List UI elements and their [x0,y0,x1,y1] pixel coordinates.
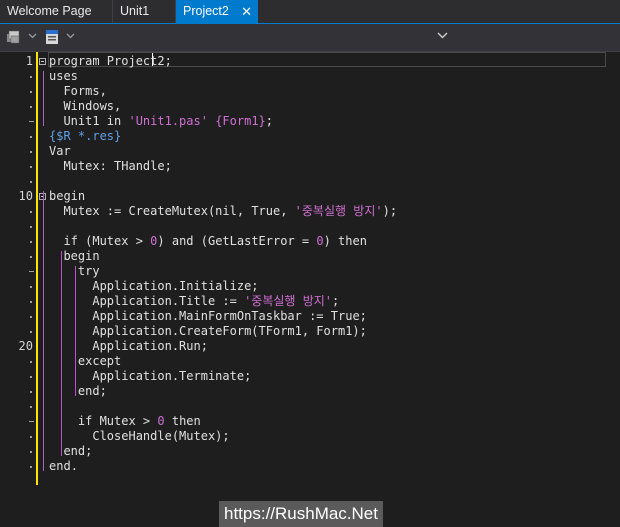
code-line[interactable]: Application.MainFormOnTaskbar := True; [49,309,367,324]
code-line[interactable]: end; [49,444,92,459]
code-line[interactable]: uses [49,69,78,84]
fold-toggle-icon[interactable] [39,58,46,65]
chevron-down-icon[interactable] [66,33,75,39]
tab-project2[interactable]: Project2 ✕ [176,0,258,23]
line-marker-dot [30,166,32,168]
code-line[interactable]: CloseHandle(Mutex); [49,429,229,444]
line-marker-dot [30,451,32,453]
line-marker-dash [29,121,34,122]
code-line[interactable]: except [49,354,121,369]
tab-label: Welcome Page [7,4,92,18]
code-line[interactable]: Forms, [49,84,106,99]
line-marker-dot [30,331,32,333]
code-line[interactable]: Application.Initialize; [49,279,258,294]
tab-label: Project2 [183,4,229,18]
editor-toolbar [0,24,620,52]
line-marker-dot [30,391,32,393]
code-line[interactable]: end; [49,384,107,399]
watermark: https://RushMac.Net [219,501,383,527]
line-number: 1 [25,54,33,68]
line-marker-dash [29,421,34,422]
line-marker-dot [30,91,32,93]
code-line[interactable]: end. [49,459,78,474]
code-line[interactable]: if (Mutex > 0) and (GetLastError = 0) th… [49,234,367,249]
change-bar [36,52,38,485]
line-marker-dot [30,136,32,138]
line-marker-dot [30,211,32,213]
code-line[interactable]: Mutex: THandle; [49,159,171,174]
line-number: 20 [18,339,33,353]
line-marker-dot [30,436,32,438]
line-marker-dot [30,361,32,363]
line-marker-dot [30,151,32,153]
line-marker-dot [30,286,32,288]
block-guide-line [75,266,76,396]
line-marker-dot [30,376,32,378]
code-line[interactable]: Unit1 in 'Unit1.pas' {Form1}; [49,114,273,129]
block-guide-line [61,251,62,456]
chevron-down-icon[interactable] [28,33,37,39]
code-line[interactable]: Mutex := CreateMutex(nil, True, '중복실행 방지… [49,204,397,219]
code-editor[interactable]: https://RushMac.Net 1 program Project2; us… [0,52,620,527]
line-marker-dot [30,106,32,108]
line-marker-dot [30,181,32,183]
line-marker-dot [30,406,32,408]
unit-view-icon[interactable] [44,28,60,46]
code-line[interactable]: Application.Run; [49,339,208,354]
line-marker-dot [30,316,32,318]
code-line[interactable]: program Project2; [49,54,172,69]
line-marker-dot [30,226,32,228]
line-marker-dot [30,76,32,78]
line-number: 10 [18,189,33,203]
tab-welcome-page[interactable]: Welcome Page [0,0,113,23]
block-guide-line [43,71,44,126]
code-line[interactable]: Application.CreateForm(TForm1, Form1); [49,324,367,339]
editor-tab-bar: Welcome Page Unit1 Project2 ✕ [0,0,620,24]
code-line[interactable]: Application.Terminate; [49,369,251,384]
code-line[interactable]: begin [49,189,85,204]
chevron-down-icon[interactable] [437,32,448,39]
vertical-scrollbar[interactable] [606,52,620,495]
code-line[interactable]: Application.Title := '중복실행 방지'; [49,294,339,309]
code-line[interactable]: Windows, [49,99,121,114]
code-line[interactable]: if Mutex > 0 then [49,414,201,429]
tab-unit1[interactable]: Unit1 [113,0,176,23]
code-line[interactable]: begin [49,249,99,264]
close-icon[interactable]: ✕ [241,0,252,23]
line-marker-dot [30,466,32,468]
line-marker-dot [30,256,32,258]
line-marker-dot [30,301,32,303]
line-marker-dot [30,241,32,243]
tab-label: Unit1 [120,4,150,18]
code-line[interactable]: Var [49,144,71,159]
component-icon[interactable] [5,28,23,46]
code-line[interactable]: {$R *.res} [49,129,121,144]
block-guide-line [43,191,44,471]
line-marker-dash [29,271,34,272]
